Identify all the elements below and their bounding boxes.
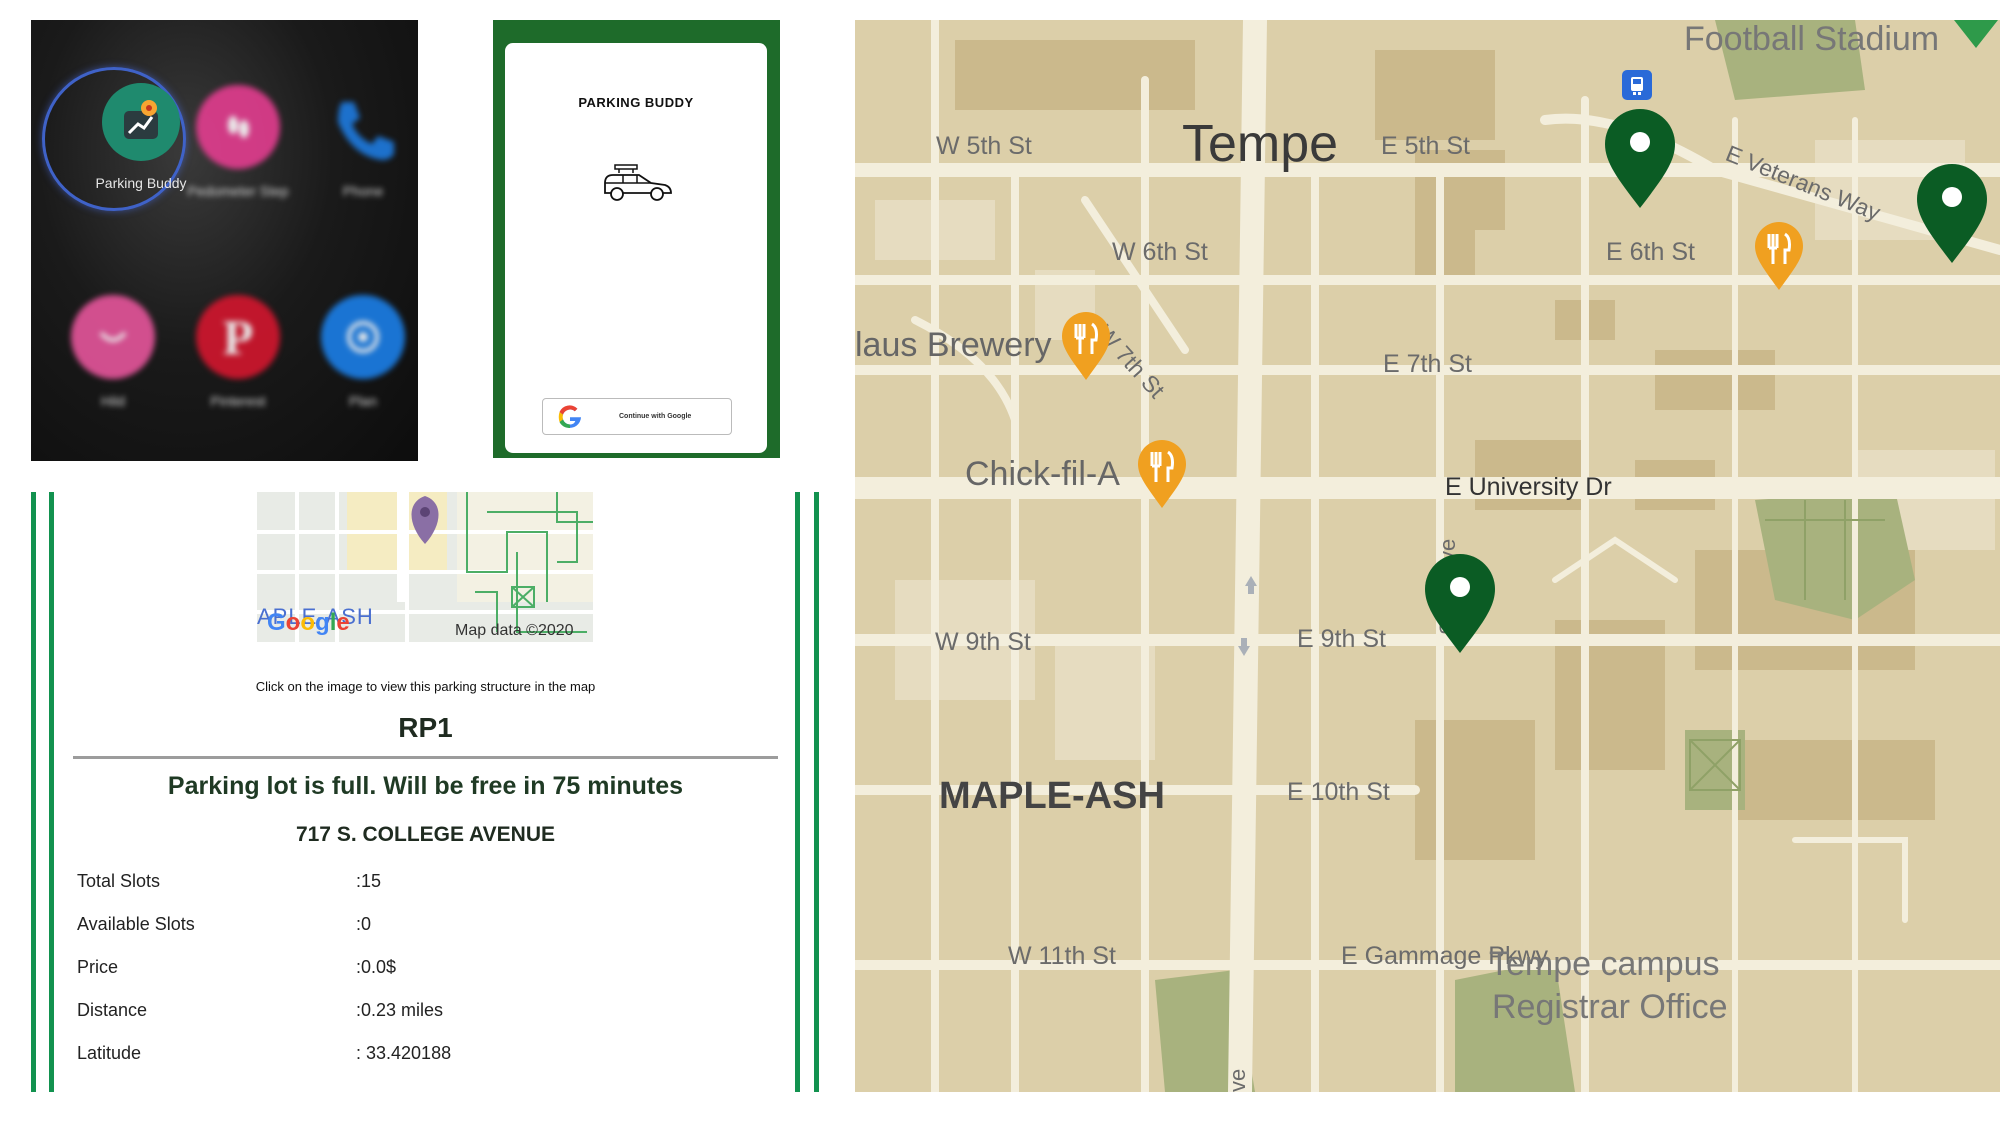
street-label-e10: E 10th St: [1287, 778, 1390, 806]
parking-code: RP1: [398, 712, 453, 743]
app-title: PARKING BUDDY: [578, 95, 694, 110]
street-label-w5: W 5th St: [936, 132, 1032, 160]
transit-stop-icon[interactable]: [1622, 70, 1652, 100]
place-label-chick-fil-a: Chick-fil-A: [965, 455, 1120, 493]
parking-address: 717 S. COLLEGE AVENUE: [295, 823, 556, 846]
neighborhood-label: MAPLE-ASH: [939, 775, 1165, 817]
app-plan[interactable]: Plan: [303, 295, 418, 409]
app-phone[interactable]: Phone: [303, 85, 418, 199]
phone-app-icon: [321, 85, 405, 169]
place-label-registrar: Registrar Office: [1492, 988, 1728, 1026]
place-label-campus: Tempe campus: [1489, 945, 1720, 983]
login-screen: PARKING BUDDY Continue with Google: [493, 20, 780, 458]
place-label-stadium: Football Stadium: [1684, 20, 1940, 58]
city-label: Tempe: [1182, 115, 1339, 173]
street-label-w6: W 6th St: [1112, 238, 1208, 266]
login-card: PARKING BUDDY Continue with Google: [505, 43, 767, 453]
google-g-icon: [558, 404, 581, 428]
car-icon: [604, 164, 672, 201]
campus-map[interactable]: W 5th St E 5th St W 6th St E 6th St W 7t…: [855, 20, 2000, 1092]
parking-status: Parking lot is full. Will be free in 75 …: [167, 772, 684, 800]
detail-key: Price: [77, 957, 119, 977]
map-thumbnail[interactable]: APLE-ASH Google Map data ©2020: [257, 492, 593, 642]
app-label: Plan: [348, 393, 378, 409]
map-direction-marker: [1954, 20, 1998, 48]
map-data-attribution: Map data ©2020: [455, 622, 574, 639]
plan-app-icon: [321, 295, 405, 379]
detail-row-distance: Distance :0.23 miles: [77, 1000, 777, 1030]
pinterest-app-icon: P: [196, 295, 280, 379]
divider: [73, 756, 778, 759]
street-label-e9: E 9th St: [1297, 625, 1386, 653]
app-pinterest[interactable]: P Pinterest: [178, 295, 298, 409]
parking-location-pin-icon[interactable]: [1603, 108, 1677, 210]
parking-location-pin-icon[interactable]: [1915, 163, 1989, 265]
detail-key: Available Slots: [77, 914, 195, 934]
hild-app-icon: [71, 295, 155, 379]
restaurant-pin-icon[interactable]: [1753, 220, 1805, 292]
restaurant-pin-icon[interactable]: [1060, 310, 1112, 382]
parking-buddy-app-icon: [102, 83, 180, 161]
street-label-w9: W 9th St: [935, 628, 1031, 656]
detail-value: :15: [356, 871, 382, 891]
detail-row-latitude: Latitude : 33.420188: [77, 1043, 777, 1073]
street-label-university: E University Dr: [1445, 473, 1612, 501]
street-label-e7: E 7th St: [1383, 350, 1472, 378]
detail-row-total-slots: Total Slots :15: [77, 871, 777, 901]
street-label-ve: ve: [1225, 1068, 1250, 1092]
detail-row-available-slots: Available Slots :0: [77, 914, 777, 944]
app-label: Pinterest: [210, 393, 266, 409]
detail-key: Total Slots: [77, 871, 161, 891]
place-label-brewery: laus Brewery: [855, 326, 1052, 364]
app-hild[interactable]: Hild: [53, 295, 173, 409]
street-label-e6: E 6th St: [1606, 238, 1695, 266]
app-label: Pedometer Step: [187, 183, 289, 199]
parking-location-pin-icon[interactable]: [1423, 553, 1497, 655]
google-logo: Google: [267, 609, 350, 636]
map-hint-text: Click on the image to view this parking …: [255, 679, 596, 694]
street-label-w11: W 11th St: [1008, 942, 1116, 970]
continue-with-google-button[interactable]: Continue with Google: [542, 398, 732, 435]
detail-value: : 33.420188: [356, 1043, 452, 1063]
detail-value: :0: [356, 914, 372, 934]
app-label: Hild: [100, 393, 126, 409]
app-launcher-screenshot: Parking Buddy Pedometer Step Phone Hild …: [31, 20, 418, 461]
detail-key: Latitude: [77, 1043, 142, 1063]
app-pedometer[interactable]: Pedometer Step: [178, 85, 298, 199]
pedometer-app-icon: [196, 85, 280, 169]
street-label-e5: E 5th St: [1381, 132, 1470, 160]
detail-value: :0.23 miles: [356, 1000, 444, 1020]
restaurant-pin-icon[interactable]: [1136, 438, 1188, 510]
parking-details-screen: APLE-ASH Google Map data ©2020 Click on …: [31, 492, 820, 1092]
detail-value: :0.0$: [356, 957, 397, 977]
detail-row-price: Price :0.0$: [77, 957, 777, 987]
google-button-label: Continue with Google: [619, 413, 692, 420]
detail-key: Distance: [77, 1000, 148, 1020]
app-label: Phone: [342, 183, 384, 199]
